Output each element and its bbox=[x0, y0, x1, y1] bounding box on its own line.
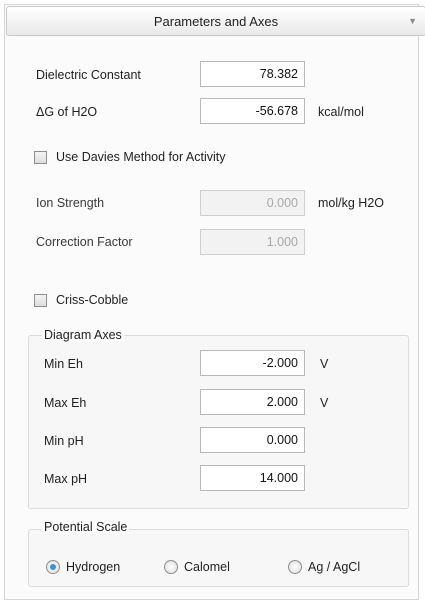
max-eh-label: Max Eh bbox=[44, 396, 87, 410]
delta-g-unit: kcal/mol bbox=[318, 105, 364, 119]
max-ph-label: Max pH bbox=[44, 472, 88, 486]
diagram-axes-title: Diagram Axes bbox=[42, 328, 124, 342]
ag-agcl-label[interactable]: Ag / AgCl bbox=[308, 560, 360, 574]
potential-scale-title: Potential Scale bbox=[42, 520, 130, 534]
min-eh-label: Min Eh bbox=[44, 357, 83, 371]
correction-factor-input[interactable]: 1.000 bbox=[200, 229, 305, 255]
ag-agcl-radio[interactable] bbox=[288, 560, 302, 574]
davies-label[interactable]: Use Davies Method for Activity bbox=[56, 150, 226, 164]
calomel-radio[interactable] bbox=[164, 560, 178, 574]
criss-cobble-checkbox[interactable] bbox=[34, 294, 47, 307]
correction-factor-label: Correction Factor bbox=[36, 235, 133, 249]
davies-checkbox[interactable] bbox=[34, 151, 47, 164]
delta-g-input[interactable]: -56.678 bbox=[200, 98, 305, 124]
dielectric-constant-input[interactable]: 78.382 bbox=[200, 61, 305, 87]
panel-header[interactable]: Parameters and Axes ▼ bbox=[6, 6, 425, 36]
min-ph-input[interactable]: 0.000 bbox=[200, 427, 305, 453]
dielectric-constant-label: Dielectric Constant bbox=[36, 68, 141, 82]
ion-strength-unit: mol/kg H2O bbox=[318, 196, 384, 210]
panel-title: Parameters and Axes bbox=[153, 14, 279, 29]
max-ph-input[interactable]: 14.000 bbox=[200, 465, 305, 491]
potential-scale-group bbox=[28, 529, 409, 587]
min-ph-label: Min pH bbox=[44, 434, 84, 448]
max-eh-input[interactable]: 2.000 bbox=[200, 389, 305, 415]
hydrogen-radio[interactable] bbox=[46, 560, 60, 574]
min-eh-input[interactable]: -2.000 bbox=[200, 350, 305, 376]
chevron-down-icon[interactable]: ▼ bbox=[408, 16, 417, 26]
ion-strength-label: Ion Strength bbox=[36, 196, 105, 210]
calomel-label[interactable]: Calomel bbox=[184, 560, 230, 574]
hydrogen-label[interactable]: Hydrogen bbox=[66, 560, 120, 574]
max-eh-unit: V bbox=[320, 396, 329, 410]
criss-cobble-label[interactable]: Criss-Cobble bbox=[56, 293, 128, 307]
min-eh-unit: V bbox=[320, 357, 329, 371]
ion-strength-input[interactable]: 0.000 bbox=[200, 190, 305, 216]
delta-g-label: ΔG of H2O bbox=[36, 105, 98, 119]
